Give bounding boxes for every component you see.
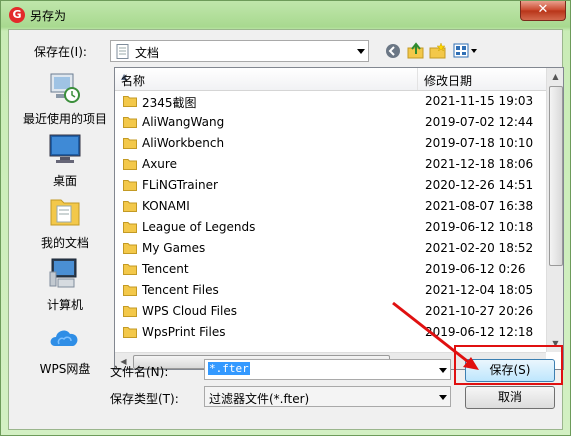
save-as-dialog: G 另存为 ✕ 保存在(I): 文档 最近使用的项目 桌面 我的文档 计算机 W…	[0, 0, 571, 436]
annotation-highlight-box	[454, 345, 563, 385]
